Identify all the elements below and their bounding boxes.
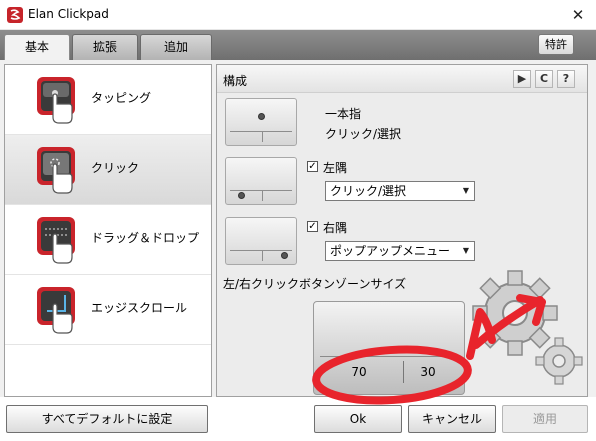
tab-extended[interactable]: 拡張	[72, 34, 138, 60]
sidebar-item-label: ドラッグ＆ドロップ	[91, 231, 200, 245]
ok-button[interactable]: Ok	[314, 405, 402, 433]
left-corner-preview	[225, 157, 297, 205]
sidebar-item-click[interactable]: クリック	[5, 135, 211, 205]
right-corner-preview	[225, 217, 297, 265]
checkmark-icon: ✓	[308, 221, 317, 232]
sidebar-item-edge-scroll[interactable]: エッジスクロール	[5, 275, 211, 345]
sidebar-item-drag-drop[interactable]: ドラッグ＆ドロップ	[5, 205, 211, 275]
right-zone-value[interactable]: 30	[413, 361, 443, 383]
sidebar-item-tapping[interactable]: タッピング	[5, 65, 211, 135]
left-corner-select[interactable]: クリック/選択 ▼	[325, 181, 475, 201]
apply-button[interactable]: 適用	[502, 405, 588, 433]
title-bar: Elan Clickpad ✕	[0, 0, 596, 30]
tapping-icon	[35, 73, 77, 129]
sidebar: タッピング クリック ドラッグ＆ドロップ エッジスクロール	[4, 64, 212, 397]
help-button[interactable]: ?	[557, 70, 575, 88]
elan-app-icon	[7, 7, 23, 23]
cancel-button[interactable]: キャンセル	[408, 405, 496, 433]
settings-panel: 構成 ▶ C ? 一本指 クリック/選択 ✓ 左隅 クリック/選択 ▼ ✓ 右隅…	[216, 64, 588, 397]
checkmark-icon: ✓	[308, 161, 317, 172]
patent-button[interactable]: 特許	[538, 34, 574, 55]
left-corner-label: 左隅	[323, 161, 348, 175]
panel-header: 構成 ▶ C ?	[217, 65, 587, 93]
play-button[interactable]: ▶	[513, 70, 531, 88]
play-icon: ▶	[517, 72, 527, 85]
gears-icon	[472, 270, 583, 385]
drag-drop-icon	[35, 213, 77, 269]
click-icon	[35, 143, 77, 199]
chevron-down-icon: ▼	[462, 246, 470, 255]
reset-icon: C	[539, 72, 549, 85]
one-finger-preview	[225, 98, 297, 146]
right-corner-checkbox[interactable]: ✓	[307, 221, 318, 232]
window-title: Elan Clickpad	[28, 7, 109, 21]
left-zone-value[interactable]: 70	[339, 361, 379, 383]
tab-additional[interactable]: 追加	[140, 34, 212, 60]
edge-scroll-icon	[35, 283, 77, 339]
reset-button[interactable]: C	[535, 70, 553, 88]
chevron-down-icon: ▼	[462, 186, 470, 195]
left-corner-checkbox[interactable]: ✓	[307, 161, 318, 172]
one-finger-title: 一本指	[325, 107, 362, 121]
sidebar-item-label: エッジスクロール	[91, 301, 188, 315]
panel-title: 構成	[223, 74, 248, 88]
close-button[interactable]: ✕	[566, 4, 590, 26]
help-icon: ?	[562, 72, 570, 85]
zone-size-label: 左/右クリックボタンゾーンサイズ	[223, 277, 407, 291]
reset-defaults-button[interactable]: すべてデフォルトに設定	[6, 405, 208, 433]
tab-basic[interactable]: 基本	[4, 34, 70, 61]
sidebar-item-label: クリック	[91, 161, 140, 175]
one-finger-subtitle: クリック/選択	[325, 127, 402, 141]
right-corner-select[interactable]: ポップアップメニュー ▼	[325, 241, 475, 261]
right-corner-value: ポップアップメニュー	[330, 244, 451, 258]
zone-divider	[403, 361, 404, 383]
left-corner-value: クリック/選択	[330, 184, 407, 198]
right-corner-label: 右隅	[323, 221, 348, 235]
close-icon: ✕	[571, 6, 585, 24]
sidebar-item-label: タッピング	[91, 91, 152, 105]
